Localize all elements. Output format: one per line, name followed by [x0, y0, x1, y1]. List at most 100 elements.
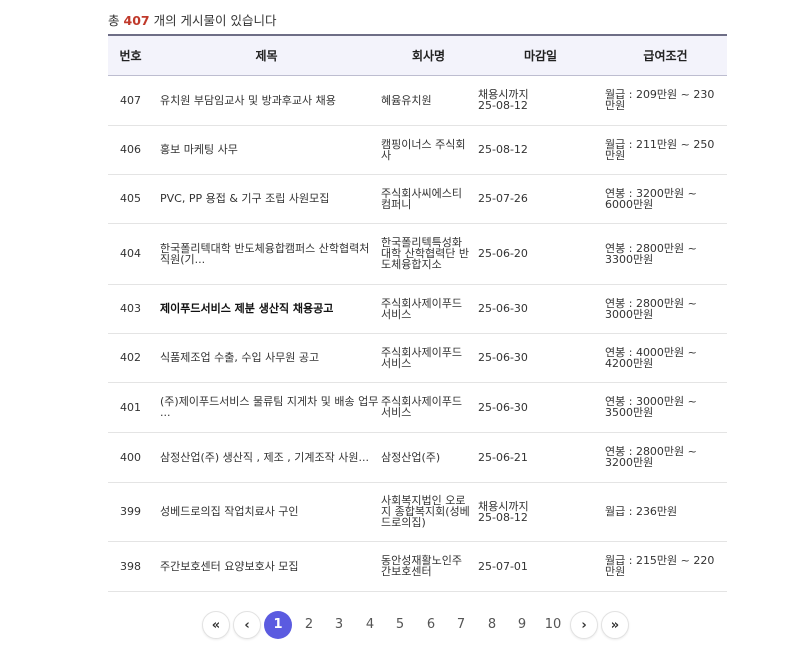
table-row[interactable]: 407 유치원 부담임교사 및 방과후교사 채용 혜윰유치원 채용시까지 25-08-1…	[108, 75, 727, 125]
row-title-cell: 삼정산업(주) 생산직 , 제조 , 기계조작 사원...	[153, 432, 380, 482]
row-title-cell: 홍보 마케팅 사무	[153, 125, 380, 174]
job-title-link[interactable]: 식품제조업 수출, 수입 사무원 공고	[160, 351, 319, 364]
row-deadline: 25-06-21	[477, 432, 604, 482]
page-button-1[interactable]: 1	[264, 611, 292, 639]
row-company: 사회복지법인 오로지 종합복지회(성베드로의집)	[381, 494, 470, 529]
last-page-button[interactable]: »	[601, 611, 629, 639]
page-button-6[interactable]: 6	[417, 611, 445, 639]
page-button-2[interactable]: 2	[295, 611, 323, 639]
row-salary: 월급 : 215만원 ~ 220만원	[605, 554, 715, 578]
row-company: 주식회사씨에스티컴퍼니	[381, 186, 462, 211]
row-salary: 연봉 : 3200만원 ~ 6000만원	[605, 186, 697, 211]
header-title: 제목	[153, 34, 380, 76]
post-count-summary: 총 407 개의 게시물이 있습니다	[108, 10, 277, 29]
page-button-7[interactable]: 7	[447, 611, 475, 639]
row-title-cell: 유치원 부담임교사 및 방과후교사 채용	[153, 75, 380, 125]
page-button-8[interactable]: 8	[478, 611, 506, 639]
row-deadline: 25-06-20	[477, 223, 604, 284]
header-company: 회사명	[380, 34, 477, 76]
row-title-cell: 제이푸드서비스 제분 생산직 채용공고	[153, 284, 380, 333]
page-button-4[interactable]: 4	[356, 611, 384, 639]
row-deadline: 25-08-12	[477, 125, 604, 174]
row-company: 주식회사제이푸드서비스	[381, 345, 462, 370]
page-button-3[interactable]: 3	[325, 611, 353, 639]
summary-prefix: 총	[108, 13, 120, 28]
row-deadline: 25-06-30	[477, 284, 604, 333]
job-title-link[interactable]: PVC, PP 용접 & 기구 조립 사원모집	[160, 192, 329, 205]
page-button-9[interactable]: 9	[508, 611, 536, 639]
row-company: 캠핑이너스 주식회사	[381, 137, 466, 162]
row-deadline: 25-06-30	[477, 382, 604, 432]
row-company: 혜윰유치원	[381, 93, 432, 107]
row-number: 399	[120, 505, 141, 518]
prev-page-button[interactable]: ‹	[233, 611, 261, 639]
job-title-link[interactable]: 성베드로의집 작업치료사 구인	[160, 505, 299, 518]
row-title-cell: PVC, PP 용접 & 기구 조립 사원모집	[153, 174, 380, 223]
next-page-button[interactable]: ›	[570, 611, 598, 639]
row-deadline: 채용시까지 25-08-12	[477, 75, 604, 125]
table-row[interactable]: 399 성베드로의집 작업치료사 구인 사회복지법인 오로지 종합복지회(성베드로의…	[108, 482, 727, 541]
job-title-link[interactable]: 주간보호센터 요양보호사 모집	[160, 560, 299, 573]
deadline-line: 채용시까지	[478, 499, 529, 513]
row-number: 403	[120, 302, 141, 315]
row-company: 삼정산업(주)	[381, 450, 441, 464]
row-number: 406	[120, 143, 141, 156]
table-row[interactable]: 403 제이푸드서비스 제분 생산직 채용공고 주식회사제이푸드서비스 25-06-3…	[108, 284, 727, 333]
row-title-cell: 한국폴리텍대학 반도체융합캠퍼스 산학협력처 직원(기...	[153, 223, 380, 284]
table-row[interactable]: 402 식품제조업 수출, 수입 사무원 공고 주식회사제이푸드서비스 25-06-3…	[108, 333, 727, 382]
page-button-10[interactable]: 10	[539, 611, 567, 639]
job-posting-table: 번호 제목 회사명 마감일 급여조건 407 유치원 부담임교사 및 방과후교사 …	[108, 34, 727, 592]
deadline-line: 25-07-01	[478, 559, 528, 573]
row-salary: 연봉 : 3000만원 ~ 3500만원	[605, 395, 697, 419]
table-row[interactable]: 400 삼정산업(주) 생산직 , 제조 , 기계조작 사원... 삼정산업(주) 2…	[108, 432, 727, 482]
row-deadline: 채용시까지 25-08-12	[477, 482, 604, 541]
pagination: « ‹ 1 2 3 4 5 6 7 8 9 10 › »	[0, 611, 800, 639]
row-salary: 연봉 : 2800만원 ~ 3300만원	[605, 241, 697, 266]
deadline-line: 25-06-20	[478, 247, 528, 260]
row-number: 401	[120, 400, 141, 414]
row-number: 404	[120, 247, 141, 260]
deadline-line: 25-08-12	[478, 510, 528, 524]
deadline-line: 25-08-12	[478, 99, 528, 112]
row-salary: 연봉 : 4000만원 ~ 4200만원	[605, 345, 697, 370]
row-title-cell: (주)제이푸드서비스 물류팀 지게차 및 배송 업무 ...	[153, 382, 380, 432]
table-row[interactable]: 406 홍보 마케팅 사무 캠핑이너스 주식회사 25-08-12 월급 : 211만원…	[108, 125, 727, 174]
table-row[interactable]: 405 PVC, PP 용접 & 기구 조립 사원모집 주식회사씨에스티컴퍼니 25-…	[108, 174, 727, 223]
row-number: 400	[120, 450, 141, 464]
table-row[interactable]: 398 주간보호센터 요양보호사 모집 동안성재활노인주간보호센터 25-07-01 월…	[108, 541, 727, 591]
first-page-button[interactable]: «	[202, 611, 230, 639]
row-salary: 연봉 : 2800만원 ~ 3200만원	[605, 445, 697, 469]
row-deadline: 25-07-26	[477, 174, 604, 223]
row-title-cell: 주간보호센터 요양보호사 모집	[153, 541, 380, 591]
job-title-link[interactable]: 한국폴리텍대학 반도체융합캠퍼스 산학협력처 직원(기...	[160, 242, 369, 266]
post-count: 407	[123, 13, 150, 28]
row-salary: 월급 : 211만원 ~ 250만원	[605, 137, 715, 162]
row-title-cell: 성베드로의집 작업치료사 구인	[153, 482, 380, 541]
page-button-5[interactable]: 5	[386, 611, 414, 639]
summary-suffix: 개의 게시물이 있습니다	[153, 13, 277, 28]
table-row[interactable]: 404 한국폴리텍대학 반도체융합캠퍼스 산학협력처 직원(기... 한국폴리텍특성…	[108, 223, 727, 284]
row-company: 주식회사제이푸드서비스	[381, 296, 462, 321]
deadline-line: 25-06-30	[478, 351, 528, 364]
row-salary: 월급 : 236만원	[605, 505, 678, 518]
row-deadline: 25-07-01	[477, 541, 604, 591]
header-deadline: 마감일	[477, 34, 604, 76]
row-salary: 연봉 : 2800만원 ~ 3000만원	[605, 296, 697, 321]
row-company: 동안성재활노인주간보호센터	[381, 554, 462, 578]
deadline-line: 25-06-30	[478, 400, 528, 414]
row-company: 주식회사제이푸드서비스	[381, 395, 462, 419]
header-number: 번호	[108, 34, 153, 76]
job-title-link[interactable]: 제이푸드서비스 제분 생산직 채용공고	[160, 302, 333, 315]
header-salary: 급여조건	[604, 34, 727, 76]
table-body: 407 유치원 부담임교사 및 방과후교사 채용 혜윰유치원 채용시까지 25-08-1…	[108, 75, 727, 591]
row-company: 한국폴리텍특성화대학 산학협력단 반도체융합지소	[381, 236, 469, 271]
job-title-link[interactable]: 유치원 부담임교사 및 방과후교사 채용	[160, 94, 336, 107]
job-title-link[interactable]: (주)제이푸드서비스 물류팀 지게차 및 배송 업무 ...	[160, 395, 378, 419]
deadline-line: 25-06-21	[478, 450, 528, 464]
deadline-line: 25-08-12	[478, 143, 528, 156]
table-row[interactable]: 401 (주)제이푸드서비스 물류팀 지게차 및 배송 업무 ... 주식회사제이푸…	[108, 382, 727, 432]
row-salary: 월급 : 209만원 ~ 230만원	[605, 88, 715, 112]
job-title-link[interactable]: 홍보 마케팅 사무	[160, 143, 238, 156]
row-number: 398	[120, 559, 141, 573]
job-title-link[interactable]: 삼정산업(주) 생산직 , 제조 , 기계조작 사원...	[160, 451, 369, 464]
